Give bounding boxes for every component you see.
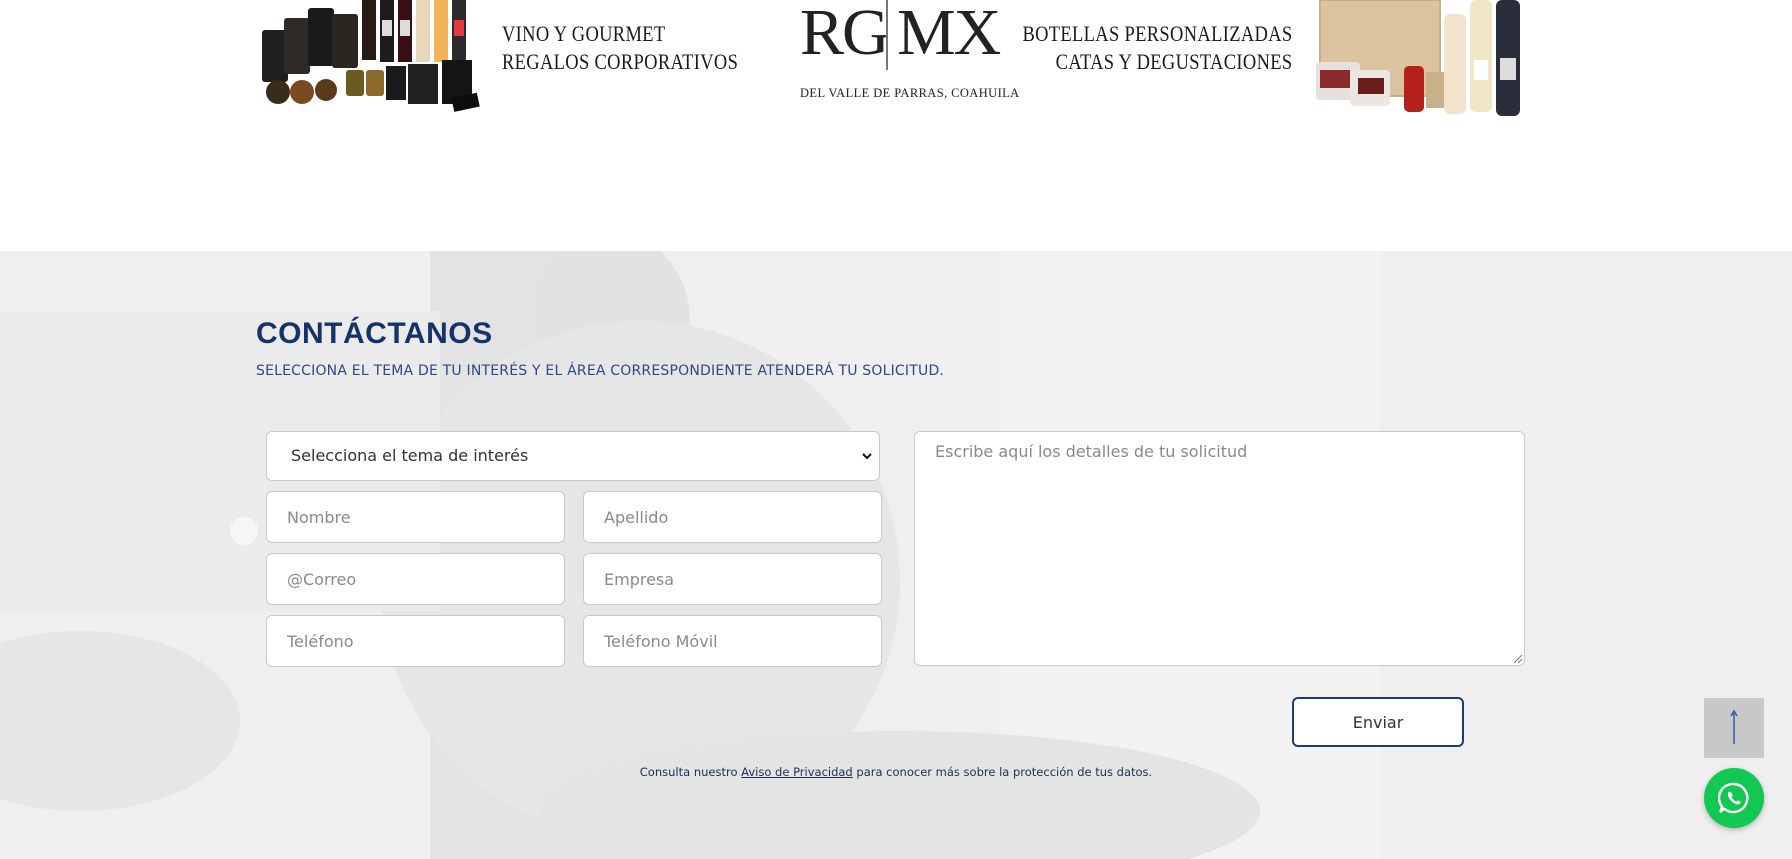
gourmet-products-image: [262, 0, 480, 112]
logo-rg: RG: [800, 0, 890, 69]
phone-input[interactable]: [266, 615, 565, 667]
chevron-down-icon: [862, 453, 872, 460]
first-name-input[interactable]: [266, 491, 565, 543]
brand-banner: VINO Y GOURMET REGALOS CORPORATIVOS RG M…: [0, 0, 1792, 251]
mobile-phone-input[interactable]: [583, 615, 882, 667]
privacy-link[interactable]: Aviso de Privacidad: [741, 765, 853, 779]
arrow-up-icon: [1730, 709, 1738, 744]
whatsapp-icon: [1717, 782, 1749, 814]
banner-left-line-1: VINO Y GOURMET: [502, 21, 666, 46]
banner-right-text: BOTELLAS PERSONALIZADAS CATAS Y DEGUSTAC…: [1022, 20, 1292, 76]
company-input[interactable]: [583, 553, 882, 605]
topic-select-value: Selecciona el tema de interés: [291, 446, 529, 465]
rgmx-logo: RG MX DEL VALLE DE PARRAS, COAHUILA: [790, 0, 1020, 104]
resize-handle-icon[interactable]: [1512, 653, 1523, 664]
privacy-notice: Consulta nuestro Aviso de Privacidad par…: [0, 765, 1792, 779]
banner-left-line-2: REGALOS CORPORATIVOS: [502, 49, 739, 74]
privacy-text-after: para conocer más sobre la protección de …: [852, 765, 1153, 779]
contact-title: CONTÁCTANOS: [256, 317, 493, 350]
topic-select[interactable]: Selecciona el tema de interés: [266, 431, 880, 481]
banner-left-text: VINO Y GOURMET REGALOS CORPORATIVOS: [502, 20, 738, 76]
email-input[interactable]: [266, 553, 565, 605]
privacy-text-before: Consulta nuestro: [639, 765, 742, 779]
contact-subtitle: SELECCIONA EL TEMA DE TU INTERÉS Y EL ÁR…: [256, 363, 945, 379]
send-button[interactable]: Enviar: [1292, 697, 1464, 747]
logo-subtitle: DEL VALLE DE PARRAS, COAHUILA: [800, 86, 1020, 100]
last-name-input[interactable]: [583, 491, 882, 543]
wine-gift-box-image: [1316, 0, 1520, 116]
whatsapp-button[interactable]: [1704, 768, 1764, 828]
contact-section: CONTÁCTANOS SELECCIONA EL TEMA DE TU INT…: [0, 251, 1792, 859]
banner-right-line-1: BOTELLAS PERSONALIZADAS: [1021, 21, 1292, 46]
scroll-to-top-button[interactable]: [1704, 698, 1764, 758]
message-textarea[interactable]: [914, 431, 1525, 666]
banner-right-line-2: CATAS Y DEGUSTACIONES: [1055, 49, 1292, 74]
logo-mx: MX: [897, 0, 1001, 69]
logo-divider: [886, 0, 888, 70]
